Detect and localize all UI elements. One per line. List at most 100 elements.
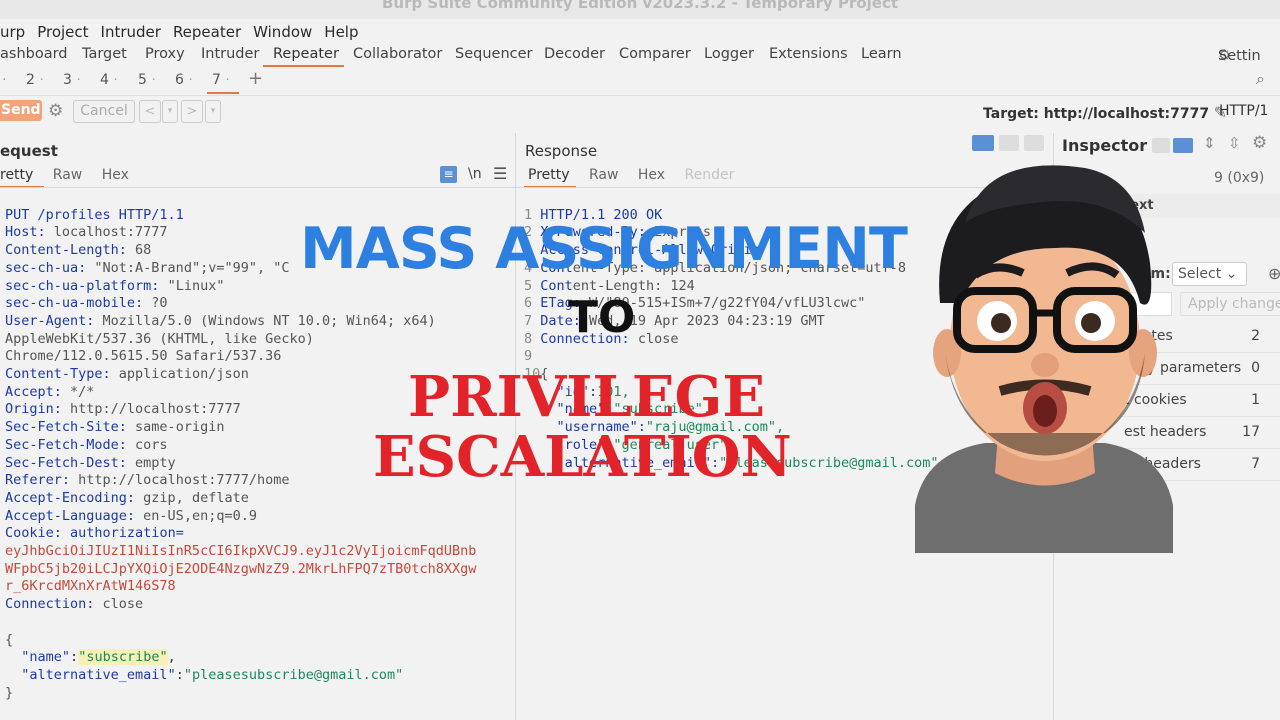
json-open-brace: { [5, 631, 14, 648]
request-line: Chrome/112.0.5615.50 Safari/537.36 [5, 348, 282, 365]
request-view-pretty[interactable]: retty [0, 167, 33, 183]
request-divider [0, 187, 515, 188]
response-view-hex[interactable]: Hex [638, 167, 665, 183]
cookie-value-line: eyJhbGciOiJIUzI1NiIsInR5cCI6IkpXVCJ9.eyJ… [5, 543, 477, 560]
expand-icon[interactable]: ⇕ [1203, 134, 1216, 152]
repeater-tab-7[interactable]: 7 · [212, 72, 230, 88]
request-line: Connection: close [5, 596, 144, 613]
json-close-brace: } [5, 684, 14, 701]
search-icon[interactable]: ⌕ [1256, 69, 1265, 89]
menu-intruder[interactable]: Intruder [101, 23, 161, 41]
request-line: Accept-Language: en-US,en;q=0.9 [5, 507, 257, 524]
add-tab-icon[interactable]: + [248, 68, 263, 89]
send-button[interactable]: Send [0, 100, 42, 121]
request-line: Content-Type: application/json [5, 366, 249, 383]
repeater-tab-4[interactable]: 4 · [100, 72, 118, 88]
menu-repeater[interactable]: Repeater [173, 23, 241, 41]
menu-help[interactable]: Help [324, 23, 358, 41]
overlay-title-line1: MASS ASSIGNMENT [300, 216, 908, 282]
response-view-tabs: Pretty Raw Hex Render [528, 167, 749, 183]
tab-proxy[interactable]: Proxy [145, 46, 185, 62]
dot-icon: · [71, 72, 81, 88]
request-line: Accept: */* [5, 383, 95, 400]
json-line: "name":"subscribe", [21, 649, 176, 666]
target-label: Target: http://localhost:7777 ✎ [983, 103, 1227, 122]
tab-intruder[interactable]: Intruder [201, 46, 259, 62]
repeater-toolbar: Send ⚙ Cancel < ▾ > ▾ Target: http://loc… [0, 97, 1280, 127]
collapse-icon[interactable]: ⇳ [1228, 134, 1241, 152]
gear-icon[interactable]: ⚙ [48, 101, 63, 121]
menu-icon[interactable]: ☰ [493, 164, 507, 183]
dot-icon: · [108, 72, 118, 88]
tab-repeater[interactable]: Repeater [273, 46, 339, 62]
request-line: sec-ch-ua-mobile: ?0 [5, 295, 168, 312]
dot-icon: · [220, 72, 230, 88]
repeater-tab-label: 2 [26, 72, 35, 88]
protocol-button[interactable]: HTTP/1 [1219, 103, 1268, 119]
cookie-value-line: r_6KrcdMXnXrAtW146S78 [5, 578, 176, 595]
gear-icon[interactable]: ⚙ [1252, 133, 1267, 153]
request-line: User-Agent: Mozilla/5.0 (Windows NT 10.0… [5, 312, 436, 329]
back-arrow-icon[interactable]: < [139, 100, 161, 123]
add-icon[interactable]: ⊕ [1268, 264, 1280, 283]
request-view-hex[interactable]: Hex [102, 167, 129, 183]
repeater-tab-label: 3 [63, 72, 72, 88]
inspector-layout-icon[interactable] [1152, 138, 1170, 153]
request-line: Cookie: authorization= [5, 525, 184, 542]
chevron-down-icon[interactable]: ▾ [205, 100, 221, 123]
menu-project[interactable]: Project [37, 23, 88, 41]
overlay-title-line3: PRIVILEGE [408, 364, 766, 430]
pretty-print-icon[interactable]: ≡ [440, 166, 457, 183]
response-view-raw[interactable]: Raw [589, 167, 618, 183]
tab-close-icon[interactable]: · [2, 72, 6, 88]
chevron-down-icon[interactable]: ▾ [162, 100, 178, 123]
response-view-render[interactable]: Render [685, 167, 735, 183]
newline-toggle[interactable]: \n [468, 166, 482, 182]
request-panel-title: equest [0, 142, 58, 160]
repeater-tab-5[interactable]: 5 · [138, 72, 156, 88]
tab-target[interactable]: Target [82, 46, 127, 62]
request-view-raw[interactable]: Raw [53, 167, 82, 183]
repeater-tab-6[interactable]: 6 · [175, 72, 193, 88]
request-view-tabs: retty Raw Hex [0, 167, 144, 183]
overlay-title-line2: TO [568, 292, 636, 343]
tab-comparer[interactable]: Comparer [619, 46, 691, 62]
repeater-tab-label: 6 [175, 72, 184, 88]
tab-learn[interactable]: Learn [861, 46, 902, 62]
repeater-tab-3[interactable]: 3 · [63, 72, 81, 88]
layout-single-icon[interactable] [1024, 135, 1044, 151]
tab-sequencer[interactable]: Sequencer [455, 46, 532, 62]
tab-extensions[interactable]: Extensions [769, 46, 848, 62]
menu-burp[interactable]: urp [0, 23, 25, 41]
repeater-tab-bar: · 2 · 3 · 4 · 5 · 6 · 7 · + ⌕ [0, 67, 1280, 96]
cookie-value-line: WFpbC5jb20iLCJpYXQiOjE2ODE4NzgwNzZ9.2Mkr… [5, 560, 477, 577]
tab-decoder[interactable]: Decoder [544, 46, 605, 62]
menu-bar: urp Project Intruder Repeater Window Hel… [0, 19, 1280, 45]
avatar [915, 165, 1173, 553]
cancel-button[interactable]: Cancel [73, 100, 135, 123]
decode-select[interactable]: Select ⌄ [1172, 262, 1247, 286]
selection-byte-count: 9 (0x9) [1214, 170, 1265, 186]
request-line: Accept-Encoding: gzip, deflate [5, 489, 249, 506]
apply-changes-button[interactable]: Apply changes [1180, 292, 1280, 316]
layout-horizontal-icon[interactable] [999, 135, 1019, 151]
json-line: "alternative_email":"pleasesubscribe@gma… [21, 666, 404, 683]
forward-arrow-icon[interactable]: > [181, 100, 203, 123]
dot-icon: · [34, 72, 44, 88]
tab-logger[interactable]: Logger [704, 46, 754, 62]
response-panel-title: Response [525, 142, 598, 160]
inspector-layout-active-icon[interactable] [1173, 138, 1193, 153]
repeater-tab-label: 7 [212, 72, 221, 88]
menu-window[interactable]: Window [253, 23, 312, 41]
response-view-pretty[interactable]: Pretty [528, 167, 570, 183]
repeater-tab-2[interactable]: 2 · [26, 72, 44, 88]
tab-collaborator[interactable]: Collaborator [353, 46, 442, 62]
main-tab-bar: ashboard Target Proxy Intruder Repeater … [0, 43, 1280, 67]
overlay-title-line4: ESCALATION [373, 424, 792, 490]
tab-dashboard[interactable]: ashboard [0, 46, 68, 62]
active-subtab-indicator [207, 92, 239, 94]
target-text: Target: http://localhost:7777 [983, 106, 1210, 122]
request-line: Origin: http://localhost:7777 [5, 401, 241, 418]
repeater-tab-label: 4 [100, 72, 109, 88]
layout-split-icon[interactable] [972, 135, 994, 151]
